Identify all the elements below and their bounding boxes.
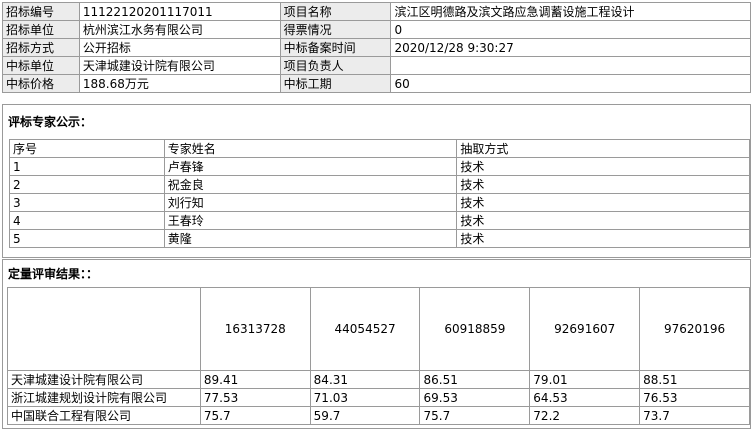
info-label: 中标价格 [2,74,80,93]
experts-table: 序号 专家姓名 抽取方式 1 卢春锋 技术 2 祝金良 技术 3 刘行知 技术 … [9,139,750,248]
experts-section: 评标专家公示： 序号 专家姓名 抽取方式 1 卢春锋 技术 2 祝金良 技术 3… [2,104,751,258]
info-value: 11122120201117011 [78,2,281,21]
table-cell: 刘行知 [163,193,458,212]
table-cell: 卢春锋 [163,157,458,176]
table-cell: 84.31 [309,370,421,389]
info-value: 天津城建设计院有限公司 [78,56,281,75]
table-cell: 72.2 [529,406,641,425]
column-header: 92691607 [529,287,641,371]
table-cell: 技术 [456,229,750,248]
results-table: 16313728 44054527 60918859 92691607 9762… [7,287,750,425]
column-header: 60918859 [419,287,531,371]
info-value: 滨江区明德路及滨文路应急调蓄设施工程设计 [390,2,751,21]
table-cell: 69.53 [419,388,531,407]
table-cell: 73.7 [639,406,750,425]
column-header: 序号 [9,139,165,158]
info-label: 项目负责人 [279,56,392,75]
table-cell: 祝金良 [163,175,458,194]
info-row: 中标单位 天津城建设计院有限公司 项目负责人 [2,56,751,75]
table-cell: 79.01 [529,370,641,389]
info-value [390,56,751,75]
column-header: 专家姓名 [163,139,458,158]
table-row: 5 黄隆 技术 [9,229,750,248]
table-row: 天津城建设计院有限公司 89.41 84.31 86.51 79.01 88.5… [7,370,750,389]
table-cell: 76.53 [639,388,750,407]
table-cell: 王春玲 [163,211,458,230]
table-cell: 88.51 [639,370,750,389]
table-row: 2 祝金良 技术 [9,175,750,194]
table-row: 中国联合工程有限公司 75.7 59.7 75.7 72.2 73.7 [7,406,750,425]
table-cell: 黄隆 [163,229,458,248]
experts-section-title: 评标专家公示： [8,115,93,129]
results-section: 定量评审结果：： 16313728 44054527 60918859 9269… [2,259,751,429]
table-cell: 75.7 [199,406,311,425]
column-header: 44054527 [309,287,421,371]
table-row: 1 卢春锋 技术 [9,157,750,176]
table-cell: 4 [9,211,165,230]
info-value: 188.68万元 [78,74,281,93]
table-cell: 89.41 [199,370,311,389]
table-cell: 浙江城建规划设计院有限公司 [7,388,201,407]
table-cell: 86.51 [419,370,531,389]
table-cell: 59.7 [309,406,421,425]
bid-info-table: 招标编号 11122120201117011 项目名称 滨江区明德路及滨文路应急… [2,2,751,93]
info-label: 招标编号 [2,2,80,21]
table-cell: 技术 [456,175,750,194]
info-label: 招标方式 [2,38,80,57]
info-label: 得票情况 [279,20,392,39]
info-label: 中标备案时间 [279,38,392,57]
table-cell: 2 [9,175,165,194]
info-label: 项目名称 [279,2,392,21]
table-row: 4 王春玲 技术 [9,211,750,230]
column-header: 97620196 [639,287,750,371]
table-cell: 技术 [456,193,750,212]
info-value: 杭州滨江水务有限公司 [78,20,281,39]
table-cell: 技术 [456,157,750,176]
column-header: 16313728 [199,287,311,371]
table-cell: 天津城建设计院有限公司 [7,370,201,389]
info-label: 中标单位 [2,56,80,75]
column-header: 抽取方式 [456,139,750,158]
table-row: 3 刘行知 技术 [9,193,750,212]
info-value: 60 [390,74,751,93]
info-value: 0 [390,20,751,39]
info-row: 招标方式 公开招标 中标备案时间 2020/12/28 9:30:27 [2,38,751,57]
table-cell: 71.03 [309,388,421,407]
info-label: 中标工期 [279,74,392,93]
info-value: 2020/12/28 9:30:27 [390,38,751,57]
info-value: 公开招标 [78,38,281,57]
info-row: 中标价格 188.68万元 中标工期 60 [2,74,751,93]
table-cell: 5 [9,229,165,248]
column-header [7,287,201,371]
info-row: 招标单位 杭州滨江水务有限公司 得票情况 0 [2,20,751,39]
table-cell: 1 [9,157,165,176]
experts-header-row: 序号 专家姓名 抽取方式 [9,139,750,158]
results-header-row: 16313728 44054527 60918859 92691607 9762… [7,287,750,371]
table-cell: 技术 [456,211,750,230]
info-label: 招标单位 [2,20,80,39]
results-section-title: 定量评审结果：： [8,267,99,281]
table-cell: 77.53 [199,388,311,407]
table-row: 浙江城建规划设计院有限公司 77.53 71.03 69.53 64.53 76… [7,388,750,407]
table-cell: 75.7 [419,406,531,425]
table-cell: 64.53 [529,388,641,407]
table-cell: 3 [9,193,165,212]
info-row: 招标编号 11122120201117011 项目名称 滨江区明德路及滨文路应急… [2,2,751,21]
table-cell: 中国联合工程有限公司 [7,406,201,425]
